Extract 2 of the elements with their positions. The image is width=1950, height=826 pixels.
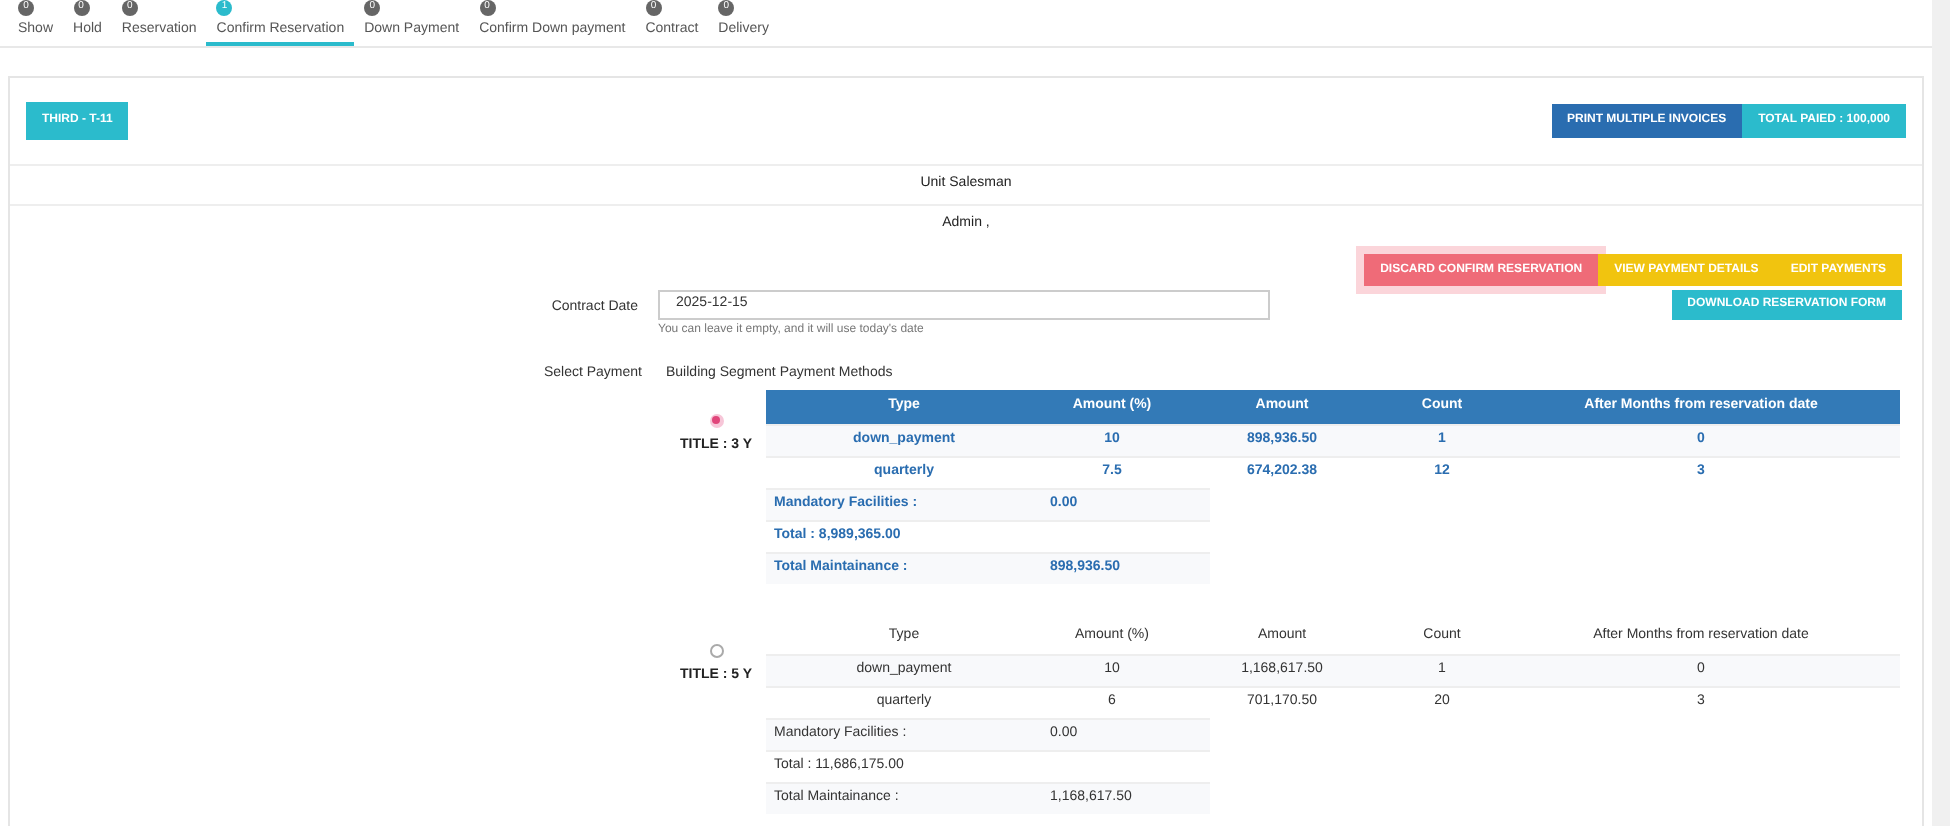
radio-button[interactable] — [709, 643, 723, 657]
radio-button[interactable] — [709, 413, 723, 427]
